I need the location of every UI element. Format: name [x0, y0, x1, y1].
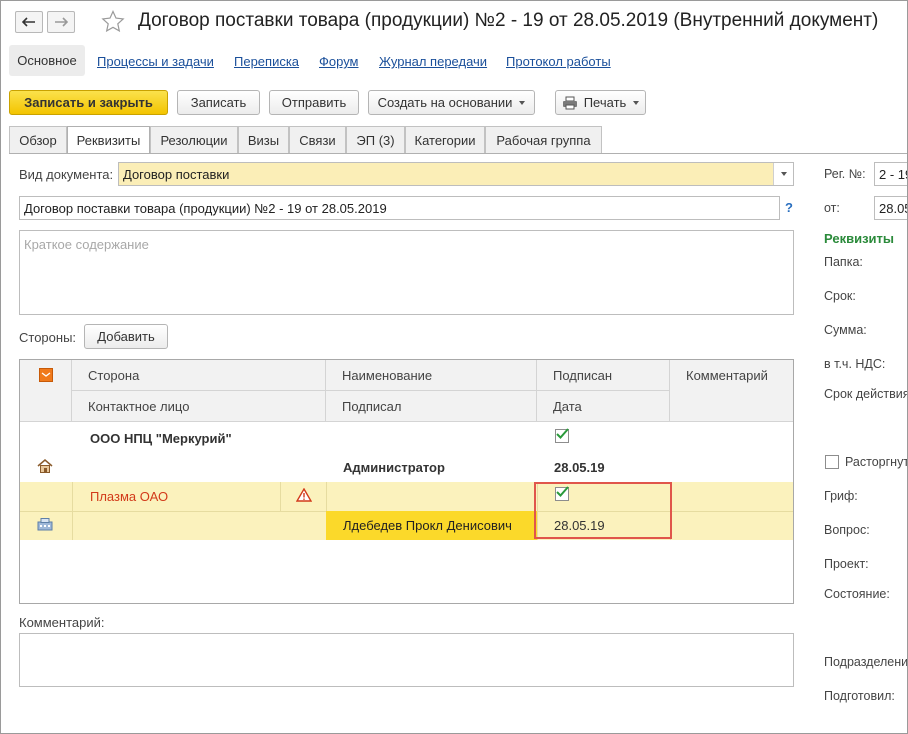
save-and-close-button[interactable]: Записать и закрыть — [9, 90, 168, 115]
section-processes-link[interactable]: Процессы и задачи — [97, 54, 214, 69]
row1-signed-checkbox[interactable] — [555, 428, 569, 443]
reg-number-label: Рег. №: — [824, 167, 866, 181]
contact-person-icon — [37, 517, 53, 534]
tab-overview[interactable]: Обзор — [9, 126, 67, 153]
window-title: Договор поставки товара (продукции) №2 -… — [138, 10, 879, 31]
arrow-right-icon — [55, 17, 68, 27]
reg-date-label: от: — [824, 201, 840, 215]
row1-signed-by[interactable]: Администратор — [343, 453, 445, 482]
section-transfer-log-link[interactable]: Журнал передачи — [379, 54, 487, 69]
stamp-label: Гриф: — [824, 489, 858, 503]
requisites-section-title: Реквизиты — [824, 231, 894, 246]
parties-table: Сторона Наименование Подписан Комментари… — [19, 359, 794, 604]
column-divider — [280, 482, 281, 511]
doc-type-field[interactable]: Договор поставки — [118, 162, 794, 186]
header-contact[interactable]: Контактное лицо — [72, 391, 326, 422]
summary-placeholder: Краткое содержание — [24, 237, 149, 252]
section-correspondence-link[interactable]: Переписка — [234, 54, 299, 69]
row2-party[interactable]: Плазма ОАО — [90, 482, 168, 511]
terminated-label: Расторгнут — [845, 455, 908, 469]
comment-label: Комментарий: — [19, 615, 105, 630]
section-forum-link[interactable]: Форум — [319, 54, 359, 69]
mail-envelope-icon — [38, 368, 53, 382]
doc-type-label: Вид документа: — [19, 167, 114, 182]
reg-number-input[interactable]: 2 - 19 — [874, 162, 907, 186]
tab-resolutions[interactable]: Резолюции — [150, 126, 238, 153]
row1-party[interactable]: ООО НПЦ "Меркурий" — [90, 424, 232, 453]
header-comment[interactable]: Комментарий — [670, 360, 793, 422]
header-signed[interactable]: Подписан — [537, 360, 670, 391]
summary-textarea[interactable]: Краткое содержание — [19, 230, 794, 315]
deadline-label: Срок: — [824, 289, 856, 303]
header-date[interactable]: Дата — [537, 391, 670, 422]
row1-date[interactable]: 28.05.19 — [554, 453, 605, 482]
row2-signed-by[interactable]: Лдебедев Прокл Денисович — [326, 511, 537, 540]
section-work-protocol-link[interactable]: Протокол работы — [506, 54, 611, 69]
dropdown-caret-icon — [633, 100, 640, 105]
reg-date-input[interactable]: 28.05 — [874, 196, 907, 220]
favorite-star-button[interactable] — [101, 10, 125, 35]
header-name[interactable]: Наименование — [326, 360, 537, 391]
back-button[interactable] — [15, 11, 43, 33]
create-based-on-label: Создать на основании — [377, 95, 513, 110]
dropdown-caret-icon — [519, 100, 526, 105]
tab-links[interactable]: Связи — [289, 126, 346, 153]
send-button[interactable]: Отправить — [269, 90, 359, 115]
parties-label: Стороны: — [19, 330, 77, 345]
project-label: Проект: — [824, 557, 869, 571]
annotation-highlight-box — [534, 482, 672, 539]
warning-icon — [295, 487, 313, 505]
forward-button[interactable] — [47, 11, 75, 33]
star-icon — [101, 10, 125, 33]
section-main[interactable]: Основное — [9, 45, 85, 76]
chevron-down-icon — [780, 172, 787, 176]
tab-categories[interactable]: Категории — [405, 126, 485, 153]
printer-icon — [562, 96, 577, 109]
doc-type-dropdown-button[interactable] — [773, 163, 793, 185]
terminated-checkbox[interactable] — [825, 455, 839, 469]
add-party-button[interactable]: Добавить — [84, 324, 168, 349]
amount-label: Сумма: — [824, 323, 867, 337]
department-label: Подразделение — [824, 655, 908, 669]
vat-label: в т.ч. НДС: — [824, 357, 886, 371]
state-label: Состояние: — [824, 587, 890, 601]
tab-divider — [9, 153, 907, 154]
folder-label: Папка: — [824, 255, 863, 269]
validity-period-label: Срок действия — [824, 387, 908, 401]
tab-signatures[interactable]: ЭП (3) — [346, 126, 405, 153]
tab-work-group[interactable]: Рабочая группа — [485, 126, 602, 153]
save-button[interactable]: Записать — [177, 90, 260, 115]
tab-visas[interactable]: Визы — [238, 126, 289, 153]
print-label: Печать — [583, 95, 627, 110]
document-window: Договор поставки товара (продукции) №2 -… — [0, 0, 908, 734]
document-name-input[interactable]: Договор поставки товара (продукции) №2 -… — [19, 196, 780, 220]
header-signed-by[interactable]: Подписал — [326, 391, 537, 422]
comment-textarea[interactable] — [19, 633, 794, 687]
print-button[interactable]: Печать — [555, 90, 646, 115]
help-icon[interactable]: ? — [785, 200, 793, 215]
question-label: Вопрос: — [824, 523, 870, 537]
header-party[interactable]: Сторона — [72, 360, 326, 391]
prepared-by-label: Подготовил: — [824, 689, 895, 703]
checkmark-icon — [556, 428, 569, 439]
arrow-left-icon — [22, 17, 35, 27]
tab-requisites[interactable]: Реквизиты — [67, 126, 150, 154]
doc-type-value: Договор поставки — [123, 166, 230, 182]
create-based-on-button[interactable]: Создать на основании — [368, 90, 535, 115]
table-header-icon-column — [20, 360, 72, 422]
home-icon — [37, 459, 53, 476]
